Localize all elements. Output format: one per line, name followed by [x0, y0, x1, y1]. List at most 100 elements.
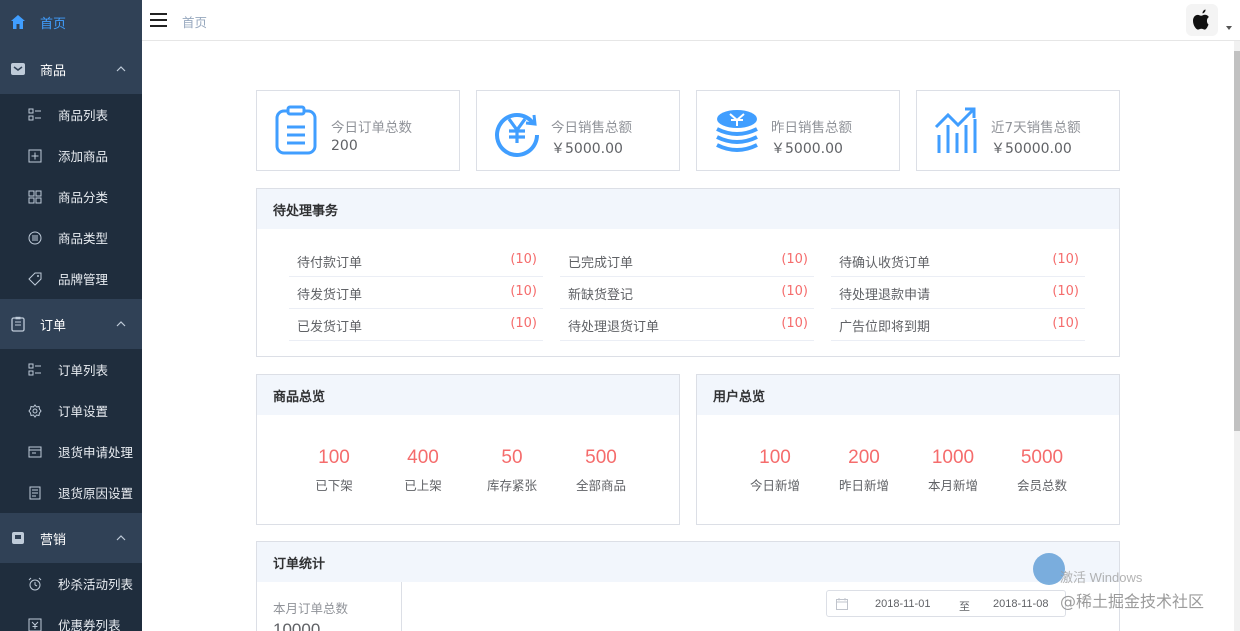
task-item[interactable]: 待处理退货订单 (10): [560, 309, 814, 341]
sidebar-item-add-product[interactable]: 添加商品: [0, 135, 142, 176]
stat-value: ￥5000.00: [771, 141, 843, 157]
chevron-up-icon: [116, 535, 126, 541]
date-end-input[interactable]: 2018-11-08: [993, 598, 1048, 610]
task-label: 待处理退货订单: [568, 320, 660, 335]
product-overview-panel: 商品总览 100 已下架 400 已上架 50 库存紧张 500 全部商品: [256, 374, 680, 525]
sidebar-item-label: 优惠券列表: [58, 618, 121, 631]
caret-down-icon[interactable]: [1226, 26, 1232, 30]
task-item[interactable]: 已完成订单 (10): [560, 245, 814, 277]
panel-title: 用户总览: [697, 375, 1119, 415]
sidebar-group-marketing[interactable]: 营销: [0, 513, 142, 563]
overview-item[interactable]: 400 已上架: [378, 447, 468, 494]
overview-value: 200: [848, 447, 880, 468]
sidebar-item-label: 品牌管理: [58, 272, 109, 287]
alarm-clock-icon: [28, 577, 42, 590]
grid-icon: [28, 190, 42, 203]
overview-label: 今日新增: [749, 478, 800, 493]
task-item[interactable]: 待发货订单 (10): [289, 277, 543, 309]
overview-item[interactable]: 5000 会员总数: [997, 447, 1087, 494]
pending-tasks-panel: 待处理事务 待付款订单 (10) 已完成订单 (10) 待确认收货订单 (10) 待发…: [256, 188, 1120, 357]
task-item[interactable]: 已发货订单 (10): [289, 309, 543, 341]
task-label: 已发货订单: [297, 320, 363, 335]
task-item[interactable]: 待处理退款申请 (10): [831, 277, 1085, 309]
return-icon: [28, 446, 42, 457]
sidebar-item-order-settings[interactable]: 订单设置: [0, 390, 142, 431]
sidebar-item-order-list[interactable]: 订单列表: [0, 349, 142, 390]
task-label: 待付款订单: [297, 256, 363, 271]
coin-stack-icon: [716, 110, 758, 152]
sidebar-group-order[interactable]: 订单: [0, 299, 142, 349]
table-row: 待付款订单 (10) 已完成订单 (10) 待确认收货订单 (10): [289, 245, 1089, 277]
breadcrumb[interactable]: 首页: [182, 12, 207, 31]
home-icon: [11, 15, 25, 29]
sidebar-item-product-list[interactable]: 商品列表: [0, 94, 142, 135]
sidebar-item-product-category[interactable]: 商品分类: [0, 176, 142, 217]
overview-label: 已上架: [404, 478, 442, 493]
scrollbar-thumb[interactable]: [1234, 51, 1240, 431]
task-label: 待发货订单: [297, 288, 363, 303]
page-scrollbar[interactable]: [1234, 41, 1240, 631]
panel-title: 商品总览: [257, 375, 679, 415]
stat-card-today-sales: 今日销售总额 ￥5000.00: [476, 90, 680, 171]
marketing-icon: [12, 532, 24, 544]
order-stats-panel: 订单统计 本月订单总数 10000: [256, 541, 1120, 631]
sidebar-item-return-apply[interactable]: 退货申请处理: [0, 431, 142, 472]
sidebar-item-product-type[interactable]: 商品类型: [0, 217, 142, 258]
overview-value: 100: [318, 447, 350, 468]
sidebar-item-brand[interactable]: 品牌管理: [0, 258, 142, 299]
stat-value: 200: [331, 138, 358, 154]
stat-title: 今日销售总额: [551, 120, 632, 136]
gear-icon: [28, 403, 42, 418]
task-label: 已完成订单: [568, 256, 634, 271]
watermark-text: @稀土掘金技术社区: [1060, 592, 1205, 611]
task-label: 待确认收货订单: [839, 256, 931, 271]
order-stats-summary: 本月订单总数 10000: [257, 582, 402, 631]
sidebar-item-coupon[interactable]: 优惠券列表: [0, 604, 142, 631]
task-item[interactable]: 新缺货登记 (10): [560, 277, 814, 309]
stat-value: ￥5000.00: [551, 141, 623, 157]
sidebar-item-label: 添加商品: [58, 149, 109, 164]
sidebar-group-label: 订单: [40, 318, 67, 334]
sidebar-item-label: 首页: [40, 16, 67, 32]
overview-label: 昨日新增: [838, 478, 889, 493]
order-icon: [11, 316, 25, 332]
sidebar-item-label: 订单设置: [58, 404, 109, 419]
sidebar-item-home[interactable]: 首页: [0, 0, 142, 44]
sidebar-item-label: 退货原因设置: [58, 486, 134, 501]
stat-title: 昨日销售总额: [771, 120, 852, 136]
overview-item[interactable]: 1000 本月新增: [908, 447, 998, 494]
product-icon: [11, 63, 25, 75]
avatar[interactable]: [1186, 4, 1218, 36]
sidebar-item-label: 商品类型: [58, 231, 109, 246]
sidebar-item-label: 秒杀活动列表: [58, 577, 134, 592]
chevron-up-icon: [116, 321, 126, 327]
document-icon: [29, 486, 41, 499]
date-start-input[interactable]: 2018-11-01: [875, 598, 930, 610]
menu-circle-icon: [28, 231, 42, 244]
task-item[interactable]: 广告位即将到期 (10): [831, 309, 1085, 341]
task-label: 新缺货登记: [568, 288, 634, 303]
sidebar-item-label: 商品列表: [58, 108, 109, 123]
overview-value: 400: [407, 447, 439, 468]
overview-item[interactable]: 500 全部商品: [556, 447, 646, 494]
overview-item[interactable]: 50 库存紧张: [467, 447, 557, 494]
date-range-picker[interactable]: 2018-11-01 至 2018-11-08: [826, 590, 1066, 617]
overview-item[interactable]: 100 已下架: [289, 447, 379, 494]
overview-item[interactable]: 200 昨日新增: [819, 447, 909, 494]
hamburger-icon[interactable]: [150, 11, 168, 29]
task-count: (10): [510, 252, 537, 267]
task-count: (10): [781, 252, 808, 267]
task-count: (10): [781, 316, 808, 331]
sidebar-group-product[interactable]: 商品: [0, 44, 142, 94]
trend-chart-icon: [934, 107, 977, 153]
overview-label: 本月新增: [927, 478, 978, 493]
month-orders-label: 本月订单总数: [273, 601, 349, 616]
stat-title: 近7天销售总额: [991, 120, 1081, 136]
task-item[interactable]: 待确认收货订单 (10): [831, 245, 1085, 277]
sidebar-item-return-reason[interactable]: 退货原因设置: [0, 472, 142, 513]
task-item[interactable]: 待付款订单 (10): [289, 245, 543, 277]
overview-item[interactable]: 100 今日新增: [730, 447, 820, 494]
sidebar-item-label: 订单列表: [58, 363, 109, 378]
calendar-icon: [836, 598, 848, 610]
sidebar-item-flash-sale[interactable]: 秒杀活动列表: [0, 563, 142, 604]
